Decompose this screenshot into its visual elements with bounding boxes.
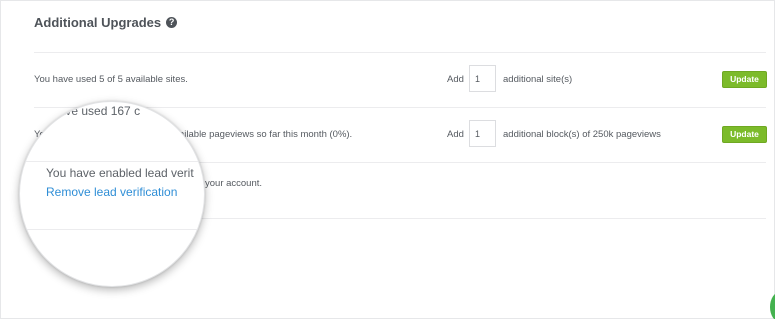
pageviews-update-button[interactable]: Update [722,126,767,143]
lead-verification-text: your account. [205,178,263,189]
magnified-divider [20,161,204,162]
sites-add-label: Add [447,74,464,85]
magnified-divider [20,101,205,102]
sites-suffix-text: additional site(s) [503,74,573,85]
pageviews-add-label: Add [447,129,464,140]
magnifier-callout: have used 167 c You have enabled lead ve… [19,101,205,287]
chat-widget-button[interactable] [770,292,775,319]
divider [34,52,766,53]
pageviews-quantity-input[interactable] [469,120,496,147]
remove-lead-verification-link[interactable]: Remove lead verification [46,185,177,199]
section-title: Additional Upgrades [34,15,162,30]
section-header: Additional Upgrades ? [34,15,178,30]
pageviews-usage-text: ailable pageviews so far this month (0%)… [179,129,353,140]
pageviews-suffix-text: additional block(s) of 250k pageviews [503,129,661,140]
magnified-divider [20,229,204,230]
upgrades-panel: Additional Upgrades ? You have used 5 of… [0,0,775,319]
sites-quantity-input[interactable] [469,65,496,92]
magnified-usage-text: have used 167 c [52,104,141,118]
magnified-lead-text: You have enabled lead verit [46,166,194,180]
sites-usage-text: You have used 5 of 5 available sites. [34,74,188,85]
question-circle-icon[interactable]: ? [166,17,178,28]
sites-update-button[interactable]: Update [722,71,767,88]
